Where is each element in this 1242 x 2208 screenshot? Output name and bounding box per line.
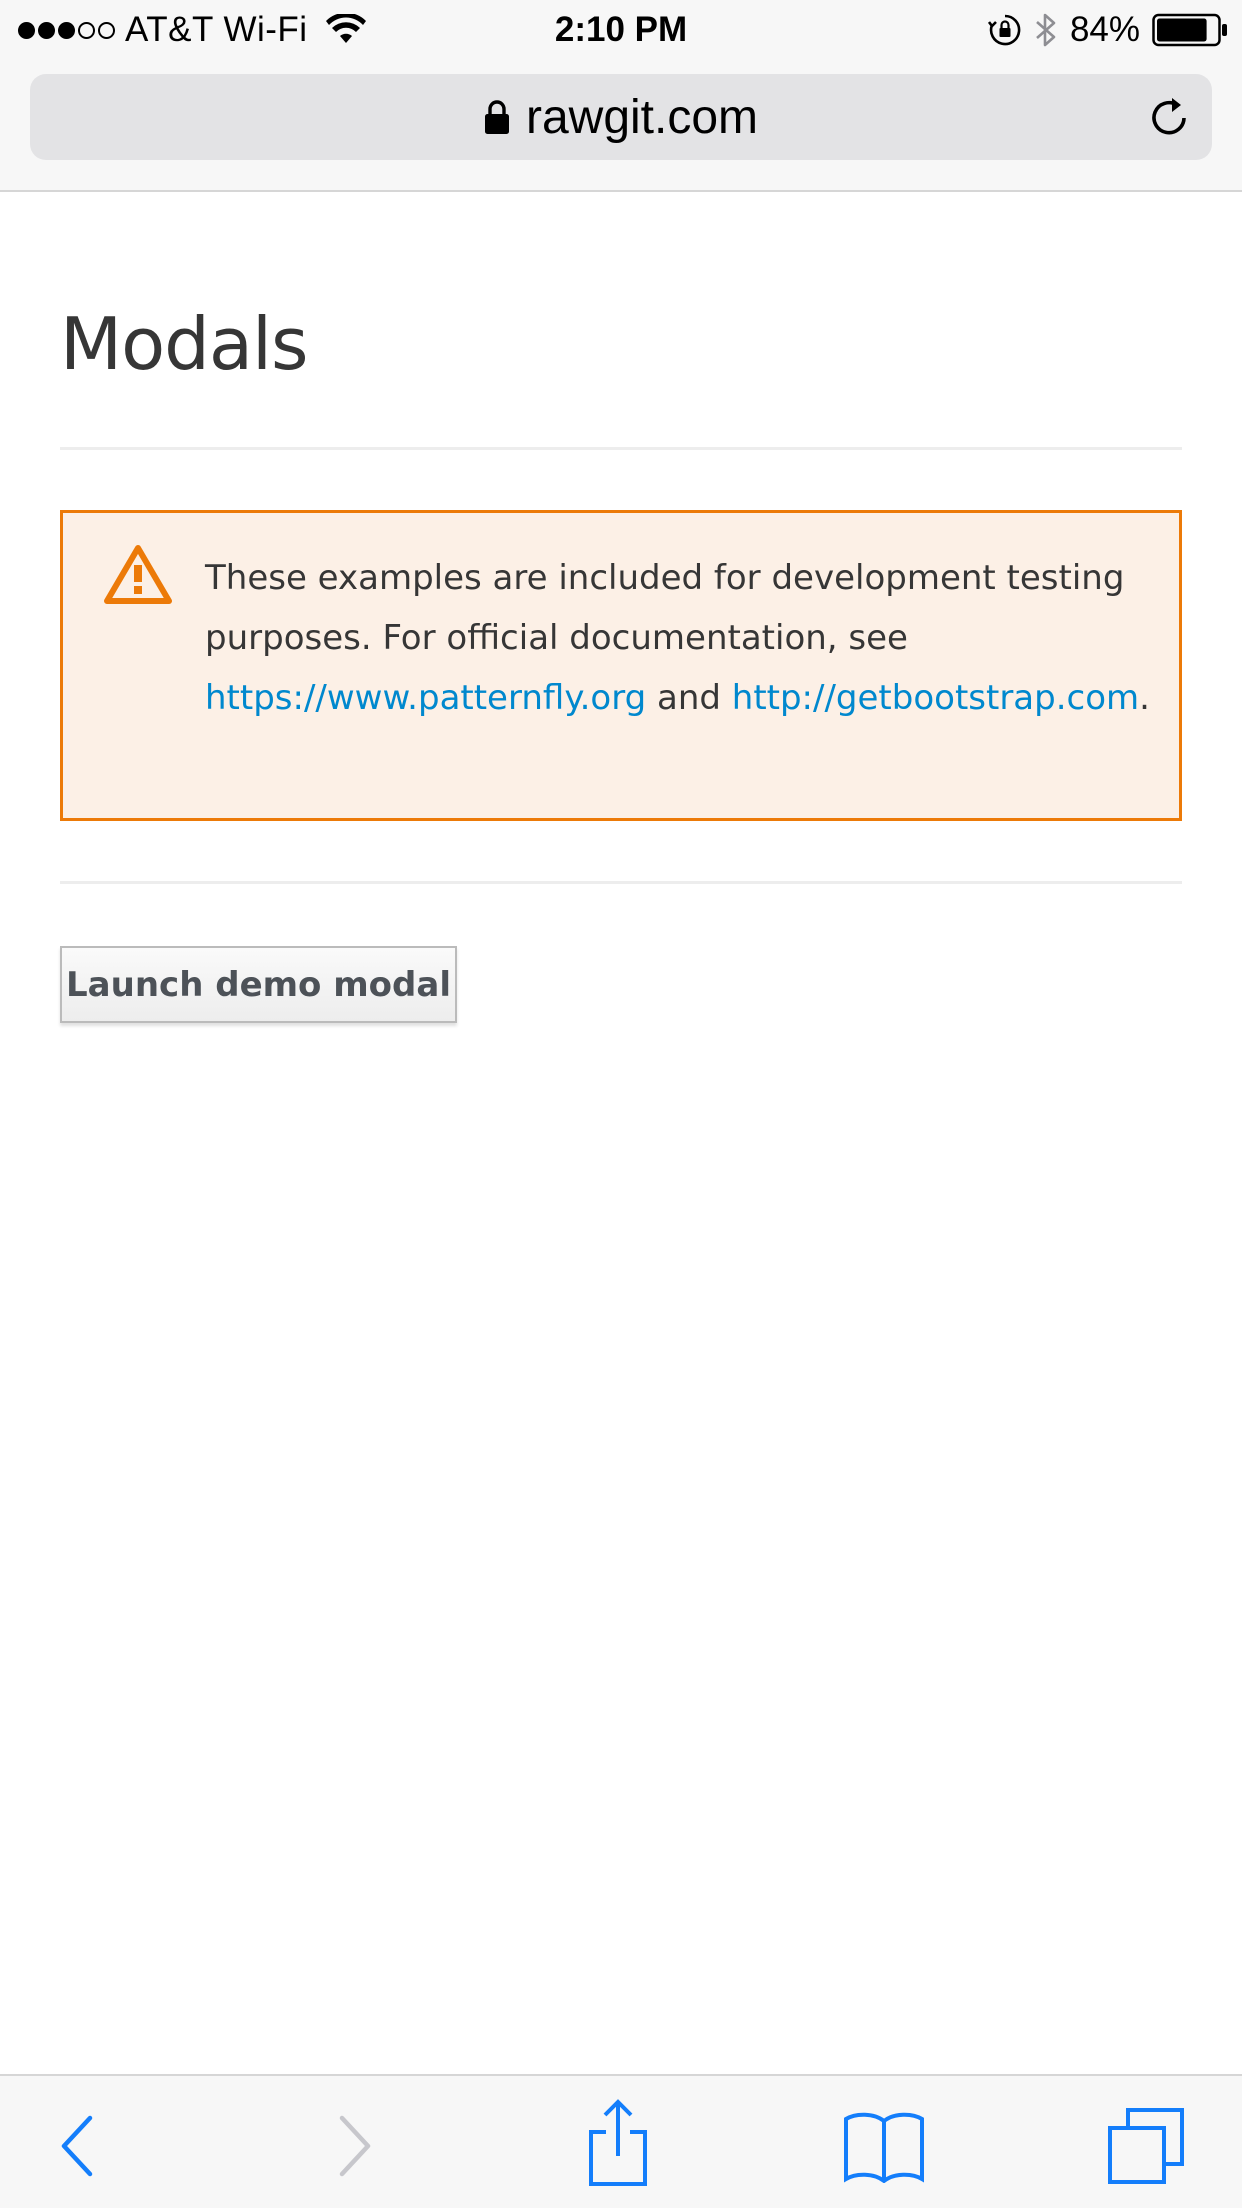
- tabs-button[interactable]: [1106, 2106, 1186, 2186]
- back-button[interactable]: [38, 2106, 118, 2186]
- warning-alert: These examples are included for developm…: [60, 510, 1182, 821]
- alert-message: These examples are included for developm…: [205, 548, 1155, 728]
- status-right: 84%: [987, 10, 1228, 50]
- bookmarks-icon: [844, 2112, 924, 2183]
- bluetooth-icon: [1036, 13, 1056, 47]
- url-text: rawgit.com: [525, 90, 759, 144]
- launch-demo-modal-button[interactable]: Launch demo modal: [60, 946, 457, 1023]
- alert-text-and: and: [646, 678, 732, 718]
- back-icon: [61, 2115, 93, 2177]
- url-display: rawgit.com: [30, 74, 1212, 160]
- tabs-icon: [1108, 2108, 1184, 2184]
- page-content: Modals These examples are included for d…: [60, 192, 1182, 1023]
- battery-percent: 84%: [1069, 10, 1140, 49]
- rotation-lock-icon: [987, 14, 1021, 46]
- divider: [60, 881, 1182, 884]
- share-icon: [589, 2099, 647, 2186]
- battery-icon: [1152, 13, 1227, 47]
- page-title: Modals: [60, 302, 309, 386]
- url-field[interactable]: rawgit.com: [30, 74, 1212, 160]
- divider: [60, 447, 1182, 450]
- status-bar: AT&T Wi-Fi 2:10 PM 84%: [0, 0, 1242, 62]
- bookmarks-button[interactable]: [842, 2106, 926, 2186]
- alert-text-end: .: [1139, 678, 1150, 718]
- warning-triangle-icon: [104, 545, 172, 604]
- forward-icon: [339, 2115, 371, 2177]
- reload-icon[interactable]: [1146, 94, 1192, 140]
- share-button[interactable]: [578, 2098, 658, 2188]
- browser-toolbar: [0, 2074, 1242, 2208]
- patternfly-link[interactable]: https://www.patternfly.org: [205, 678, 646, 718]
- padlock-icon: [484, 100, 509, 134]
- bootstrap-link[interactable]: http://getbootstrap.com: [732, 678, 1139, 718]
- forward-button[interactable]: [314, 2106, 394, 2186]
- alert-text-start: These examples are included for developm…: [205, 558, 1125, 658]
- browser-address-bar: rawgit.com: [0, 62, 1242, 192]
